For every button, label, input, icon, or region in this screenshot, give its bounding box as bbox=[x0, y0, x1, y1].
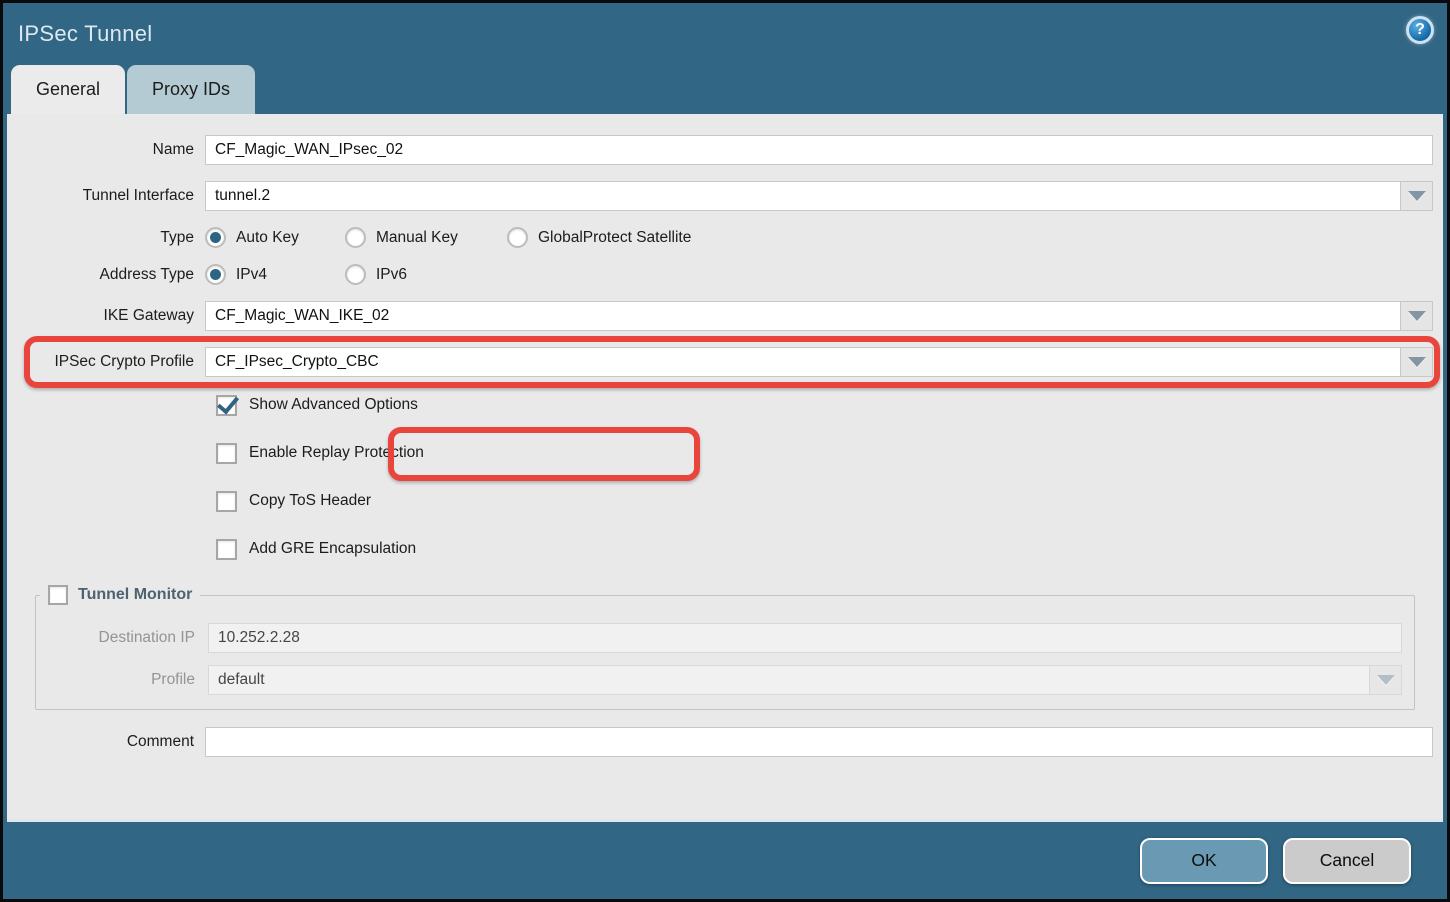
destination-ip-row: Destination IP bbox=[36, 623, 1414, 653]
ipsec-crypto-profile-label: IPSec Crypto Profile bbox=[17, 353, 205, 371]
name-label: Name bbox=[17, 141, 205, 159]
radio-button-icon bbox=[205, 264, 226, 285]
tunnel-interface-label: Tunnel Interface bbox=[17, 187, 205, 205]
show-advanced-options-checkbox[interactable] bbox=[216, 395, 237, 416]
ok-button[interactable]: OK bbox=[1140, 838, 1268, 884]
radio-button-icon bbox=[205, 227, 226, 248]
profile-row: Profile bbox=[36, 665, 1414, 695]
tab-bar: General Proxy IDs bbox=[3, 65, 1447, 114]
radio-ipv4[interactable]: IPv4 bbox=[205, 264, 345, 285]
tab-proxy-ids[interactable]: Proxy IDs bbox=[127, 65, 255, 114]
radio-auto-key[interactable]: Auto Key bbox=[205, 227, 345, 248]
comment-input[interactable] bbox=[205, 727, 1433, 757]
show-advanced-options-row[interactable]: Show Advanced Options bbox=[216, 393, 1433, 417]
destination-ip-label: Destination IP bbox=[36, 629, 208, 647]
copy-tos-header-checkbox[interactable] bbox=[216, 491, 237, 512]
profile-label: Profile bbox=[36, 671, 208, 689]
ike-gateway-row: IKE Gateway bbox=[17, 301, 1433, 331]
name-input[interactable] bbox=[205, 135, 1433, 165]
address-type-row: Address Type IPv4 IPv6 bbox=[17, 264, 1433, 285]
chevron-down-icon bbox=[1408, 357, 1426, 367]
profile-dropdown-button bbox=[1370, 665, 1402, 695]
copy-tos-header-row[interactable]: Copy ToS Header bbox=[216, 489, 1433, 513]
dialog-titlebar: IPSec Tunnel ? bbox=[3, 3, 1447, 65]
chevron-down-icon bbox=[1408, 311, 1426, 321]
ipsec-crypto-profile-dropdown-button[interactable] bbox=[1401, 347, 1433, 377]
dialog-footer: OK Cancel bbox=[3, 822, 1447, 899]
cancel-button[interactable]: Cancel bbox=[1283, 838, 1411, 884]
radio-button-icon bbox=[507, 227, 528, 248]
radio-ipv6[interactable]: IPv6 bbox=[345, 264, 407, 285]
radio-globalprotect-satellite[interactable]: GlobalProtect Satellite bbox=[507, 227, 691, 248]
ipsec-crypto-profile-input[interactable] bbox=[205, 347, 1401, 377]
tunnel-interface-input[interactable] bbox=[205, 181, 1401, 211]
ipsec-crypto-profile-row: IPSec Crypto Profile bbox=[17, 347, 1433, 377]
tunnel-monitor-checkbox[interactable] bbox=[48, 585, 68, 605]
radio-manual-key[interactable]: Manual Key bbox=[345, 227, 507, 248]
destination-ip-input bbox=[208, 623, 1402, 653]
comment-label: Comment bbox=[17, 733, 205, 751]
tab-general[interactable]: General bbox=[11, 65, 125, 114]
type-row: Type Auto Key Manual Key GlobalProtect S… bbox=[17, 227, 1433, 248]
help-icon[interactable]: ? bbox=[1406, 16, 1434, 44]
dialog-title: IPSec Tunnel bbox=[18, 21, 152, 47]
type-label: Type bbox=[17, 229, 205, 247]
profile-input bbox=[208, 665, 1370, 695]
add-gre-encapsulation-checkbox[interactable] bbox=[216, 539, 237, 560]
address-type-label: Address Type bbox=[17, 266, 205, 284]
ike-gateway-dropdown-button[interactable] bbox=[1401, 301, 1433, 331]
ipsec-tunnel-dialog: IPSec Tunnel ? General Proxy IDs Name Tu… bbox=[0, 0, 1450, 902]
radio-button-icon bbox=[345, 264, 366, 285]
add-gre-encapsulation-row[interactable]: Add GRE Encapsulation bbox=[216, 537, 1433, 561]
radio-button-icon bbox=[345, 227, 366, 248]
tunnel-interface-dropdown-button[interactable] bbox=[1401, 181, 1433, 211]
enable-replay-protection-checkbox[interactable] bbox=[216, 443, 237, 464]
dialog-content: Name Tunnel Interface Type Auto Key bbox=[7, 114, 1443, 822]
tunnel-monitor-fieldset: Tunnel Monitor Destination IP Profile bbox=[35, 585, 1415, 710]
chevron-down-icon bbox=[1408, 191, 1426, 201]
comment-row: Comment bbox=[17, 727, 1433, 757]
enable-replay-protection-row[interactable]: Enable Replay Protection bbox=[216, 441, 1433, 465]
ike-gateway-label: IKE Gateway bbox=[17, 307, 205, 325]
red-highlight-annotation bbox=[388, 427, 700, 481]
ike-gateway-input[interactable] bbox=[205, 301, 1401, 331]
tunnel-monitor-legend[interactable]: Tunnel Monitor bbox=[40, 585, 200, 605]
chevron-down-icon bbox=[1377, 675, 1395, 685]
tunnel-interface-row: Tunnel Interface bbox=[17, 181, 1433, 211]
name-row: Name bbox=[17, 135, 1433, 165]
